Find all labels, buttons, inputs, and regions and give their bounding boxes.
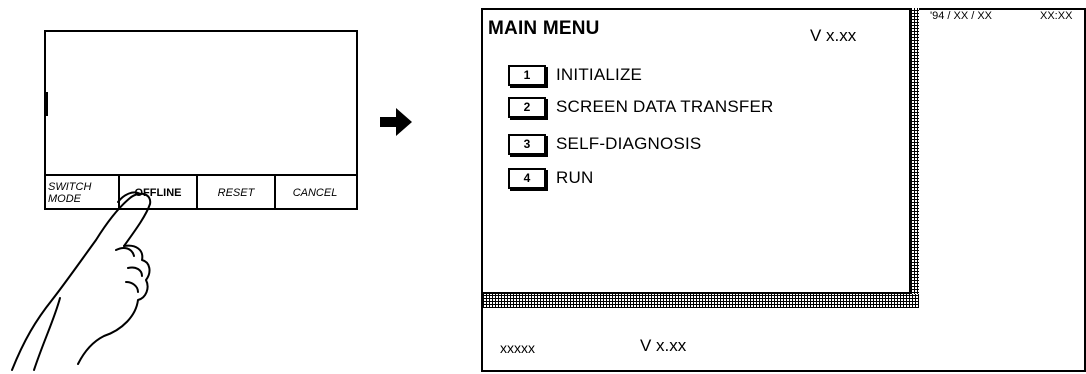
window-shadow-vertical: [911, 8, 919, 308]
panel-divider: [46, 92, 48, 116]
reset-key[interactable]: RESET: [198, 176, 276, 210]
hand-pointer-icon: [11, 191, 152, 371]
menu-item-label: INITIALIZE: [556, 65, 643, 84]
right-arrow-icon: [380, 108, 412, 136]
cancel-key[interactable]: CANCEL: [276, 176, 354, 210]
menu-key-3[interactable]: 3: [508, 133, 546, 155]
menu-key-4[interactable]: 4: [508, 167, 546, 189]
menu-item-label: SCREEN DATA TRANSFER: [556, 97, 774, 116]
time-display: XX:XX: [1040, 10, 1073, 22]
footer-model: xxxxx: [500, 340, 535, 356]
window-shadow-horizontal: [483, 294, 919, 308]
menu-key-2[interactable]: 2: [508, 96, 546, 118]
menu-item-self-diagnosis[interactable]: 3 SELF-DIAGNOSIS: [508, 131, 701, 157]
footer-version: V x.xx: [640, 336, 687, 355]
menu-item-run[interactable]: 4 RUN: [508, 165, 593, 191]
menu-title: MAIN MENU: [488, 18, 600, 39]
menu-key-1[interactable]: 1: [508, 64, 546, 86]
menu-version: V x.xx: [810, 26, 857, 45]
menu-item-label: SELF-DIAGNOSIS: [556, 134, 702, 153]
menu-item-label: RUN: [556, 168, 594, 187]
date-display: '94 / XX / XX: [930, 10, 993, 22]
menu-item-initialize[interactable]: 1 INITIALIZE: [508, 62, 642, 88]
menu-item-screen-data-transfer[interactable]: 2 SCREEN DATA TRANSFER: [508, 94, 773, 120]
